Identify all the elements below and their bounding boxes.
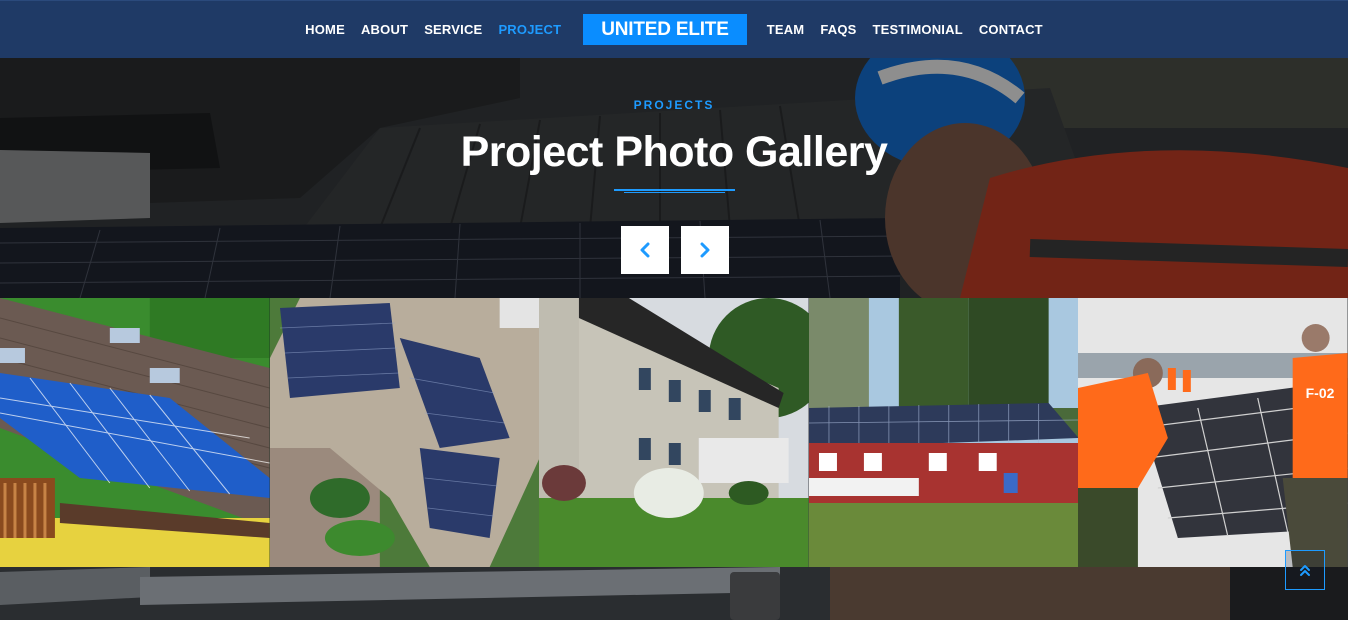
hero-kicker: PROJECTS <box>633 98 715 112</box>
svg-text:F-02: F-02 <box>1306 385 1335 401</box>
photo-colonial-house-solar[interactable] <box>539 298 809 567</box>
photo-workers-installing-panels[interactable]: F-02 <box>1078 298 1348 567</box>
nav-link-service[interactable]: SERVICE <box>424 22 482 37</box>
top-navbar: HOME ABOUT SERVICE PROJECT UNITED ELITE … <box>0 0 1348 58</box>
nav-link-team[interactable]: TEAM <box>767 22 805 37</box>
hero-overlay <box>0 58 1348 298</box>
brand-logo[interactable]: UNITED ELITE <box>583 14 747 45</box>
hero-banner: PROJECTS Project Photo Gallery <box>0 58 1348 298</box>
nav-right-group: TEAM FAQS TESTIMONIAL CONTACT <box>759 22 1051 37</box>
nav-left-group: HOME ABOUT SERVICE PROJECT <box>297 22 569 37</box>
nav-link-faqs[interactable]: FAQS <box>820 22 856 37</box>
hero-title: Project Photo Gallery <box>460 128 888 176</box>
nav-link-testimonial[interactable]: TESTIMONIAL <box>873 22 963 37</box>
project-gallery: F-02 <box>0 298 1348 567</box>
nav-link-home[interactable]: HOME <box>305 22 345 37</box>
photo-aerial-apartment-solar[interactable] <box>269 298 540 567</box>
gallery-next-button[interactable] <box>681 226 729 274</box>
nav-link-contact[interactable]: CONTACT <box>979 22 1043 37</box>
double-chevron-up-icon <box>1300 565 1310 576</box>
chevron-right-icon <box>700 242 710 258</box>
title-underline <box>614 189 735 193</box>
gallery-prev-button[interactable] <box>621 226 669 274</box>
bottom-background-strip <box>0 567 1348 620</box>
chevron-left-icon <box>640 242 650 258</box>
photo-tiled-roof-solar[interactable] <box>0 298 270 567</box>
photo-red-cottage-solar[interactable] <box>808 298 1079 567</box>
nav-link-project[interactable]: PROJECT <box>498 22 561 37</box>
nav-link-about[interactable]: ABOUT <box>361 22 408 37</box>
back-to-top-button[interactable] <box>1285 550 1325 590</box>
bottom-background-image <box>0 567 1348 620</box>
